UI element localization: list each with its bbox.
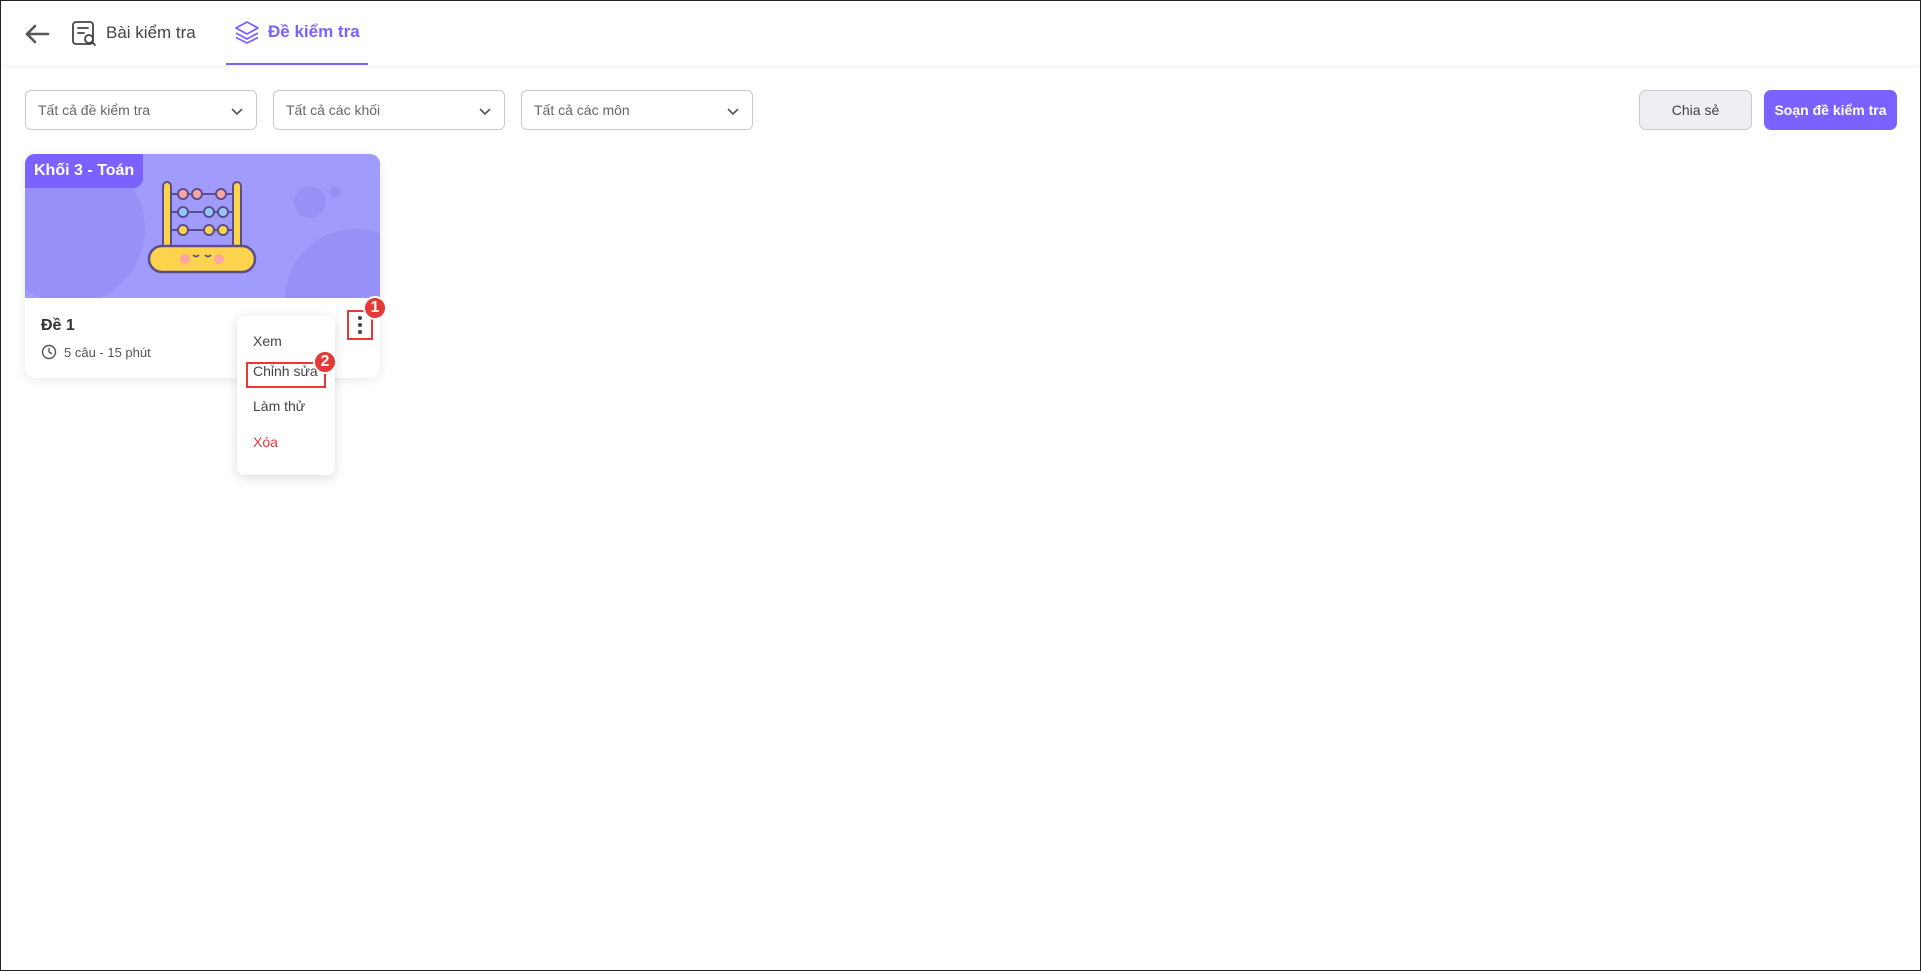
subject-filter[interactable]: Tất cả các môn: [521, 90, 753, 130]
card-meta-text: 5 câu - 15 phút: [64, 344, 151, 360]
menu-item-try[interactable]: Làm thử: [253, 398, 305, 414]
tab-exams[interactable]: Bài kiểm tra: [70, 0, 196, 65]
top-header: Bài kiểm tra Đề kiểm tra: [0, 0, 1921, 65]
subject-filter-value: Tất cả các môn: [534, 102, 630, 118]
exam-set-filter-value: Tất cả đề kiểm tra: [38, 102, 151, 118]
menu-item-view[interactable]: Xem: [253, 333, 282, 349]
screenshot-frame: [0, 0, 1921, 971]
tab-exams-label: Bài kiểm tra: [106, 22, 196, 42]
arrow-left-icon: [25, 24, 50, 44]
share-button[interactable]: Chia sẻ: [1639, 90, 1752, 130]
grade-filter-value: Tất cả các khối: [286, 102, 381, 118]
exam-list-icon: [72, 20, 96, 46]
card-grade-badge: Khối 3 - Toán: [25, 154, 144, 188]
layers-icon: [235, 20, 259, 44]
step-marker-2: 2: [313, 350, 337, 374]
back-button[interactable]: [22, 19, 52, 49]
chevron-down-icon: [231, 108, 243, 116]
more-vertical-icon: [358, 316, 362, 334]
menu-item-delete[interactable]: Xóa: [253, 434, 278, 450]
card-options-menu: Xem Chỉnh sửa Làm thử Xóa: [237, 316, 335, 475]
chevron-down-icon: [727, 108, 739, 116]
chevron-down-icon: [479, 108, 491, 116]
card-meta: 5 câu - 15 phút: [41, 344, 151, 360]
exam-set-filter[interactable]: Tất cả đề kiểm tra: [25, 90, 257, 130]
card-title: Đề 1: [41, 317, 75, 334]
grade-filter[interactable]: Tất cả các khối: [273, 90, 505, 130]
compose-exam-button[interactable]: Soạn đề kiểm tra: [1764, 90, 1897, 130]
menu-item-edit[interactable]: Chỉnh sửa: [253, 363, 318, 379]
tab-exam-sets[interactable]: Đề kiểm tra: [226, 0, 368, 65]
clock-icon: [41, 344, 57, 360]
step-marker-1: 1: [363, 296, 387, 320]
tab-exam-sets-label: Đề kiểm tra: [268, 21, 360, 41]
